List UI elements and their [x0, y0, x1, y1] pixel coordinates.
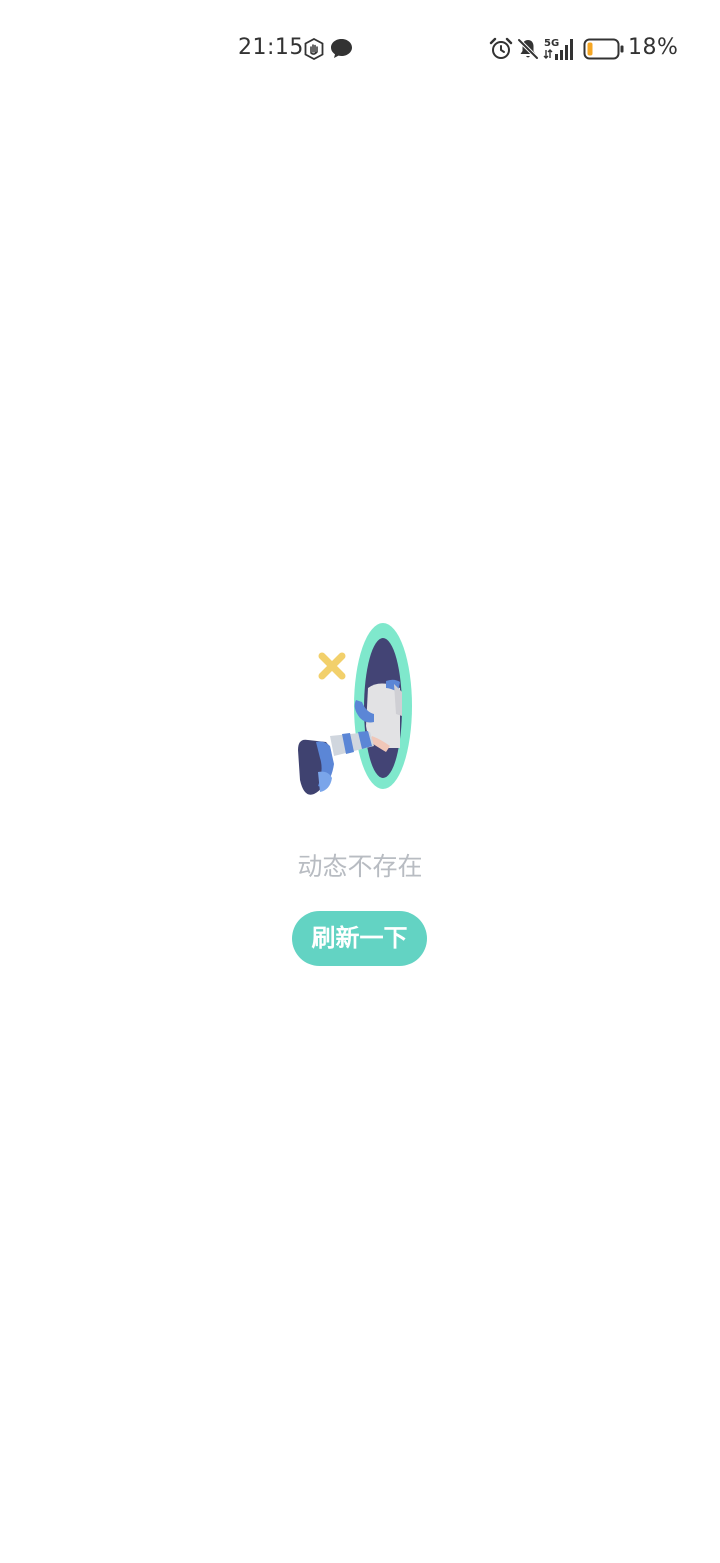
empty-state-message: 动态不存在: [297, 852, 423, 881]
accessibility-hand-icon: [304, 38, 324, 60]
portal-legs-illustration: [298, 623, 412, 795]
alarm-icon: [489, 37, 513, 59]
message-bubble-icon: [331, 39, 352, 58]
status-time: 21:15: [238, 35, 304, 60]
battery-percent: 18%: [628, 35, 679, 60]
mute-bell-icon: [517, 38, 539, 60]
network-type-label: 5G: [544, 38, 559, 49]
battery-icon: [583, 38, 624, 60]
refresh-button[interactable]: 刷新一下: [292, 911, 427, 966]
battery-level-fill: [587, 42, 593, 56]
sparkle-icon: [318, 652, 346, 680]
status-bar: 21:15 5G 18%: [0, 0, 720, 96]
screen: 21:15 5G 18% 动态不存在 刷新一下: [0, 0, 720, 1563]
signal-icon: 5G: [543, 38, 573, 60]
